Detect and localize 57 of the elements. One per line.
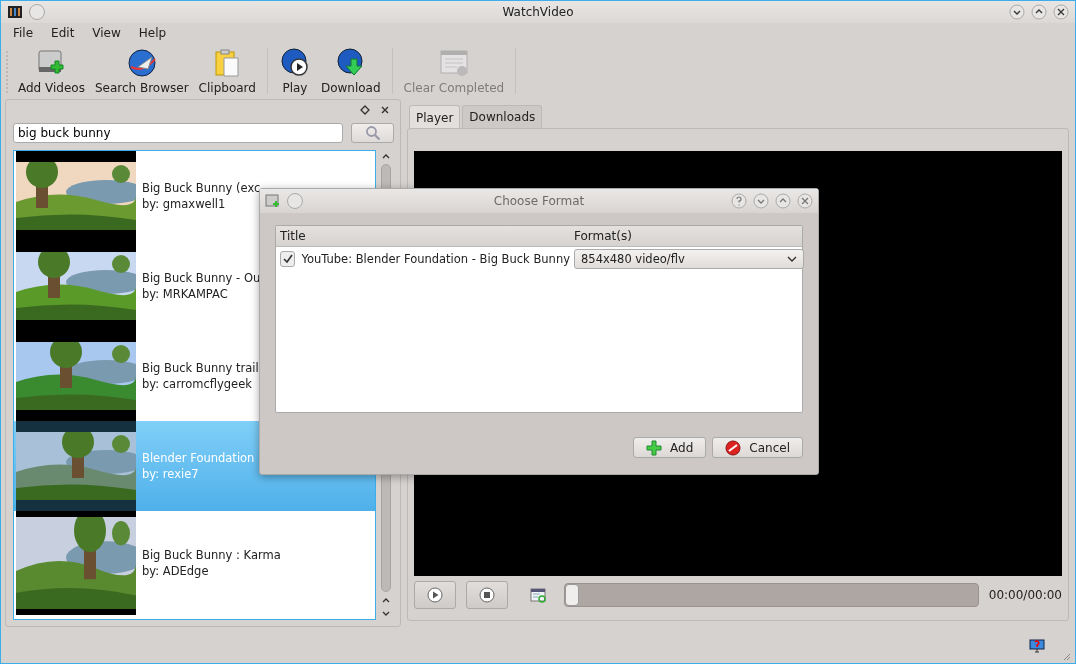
format-dropdown[interactable]: 854x480 video/flv [574, 249, 804, 269]
stop-button[interactable] [466, 581, 508, 609]
close-icon[interactable] [380, 105, 390, 115]
maximize-button[interactable] [1031, 4, 1047, 20]
toolbar-button[interactable]: Add Videos [13, 45, 90, 97]
window-title: WatchVideo [502, 5, 574, 19]
play-button[interactable] [414, 581, 456, 609]
minimize-button[interactable] [1009, 4, 1025, 20]
video-author: by: ADEdge [142, 564, 210, 578]
seek-slider[interactable] [564, 583, 979, 607]
video-author: by: carromcflygeek [142, 377, 253, 391]
video-author: by: gmaxwell1 [142, 197, 227, 211]
result-item[interactable]: Big Buck Bunny : Karma by: ADEdge [14, 511, 375, 615]
globe-plane-icon [125, 47, 158, 79]
toolbar-button[interactable]: Search Browser [89, 45, 194, 97]
caret-icon [787, 254, 797, 264]
app-icon [7, 4, 23, 20]
video-author: by: rexie7 [142, 467, 200, 481]
column-header[interactable]: Format(s) [570, 226, 802, 246]
checkmark-icon [281, 253, 294, 265]
list-remove-icon [437, 47, 470, 79]
stop-icon [479, 587, 495, 603]
menu-item[interactable]: File [7, 26, 40, 40]
toolbar-button[interactable]: Download [315, 45, 386, 97]
close-button[interactable] [1053, 4, 1069, 20]
result-item[interactable]: Big Buck Bunny trail by: carromcflygeek [14, 331, 375, 421]
video-title: Blender Foundation [142, 451, 255, 465]
monitor-question-icon[interactable] [1029, 637, 1045, 653]
globe-play-icon [278, 47, 311, 79]
toolbar-button[interactable]: Clipboard [193, 45, 261, 97]
menu-item[interactable]: View [86, 26, 127, 40]
menu-item[interactable]: Edit [45, 26, 81, 40]
search-field[interactable]: big buck bunny [13, 123, 343, 143]
resize-grip-icon[interactable] [1061, 651, 1071, 661]
tab[interactable]: Downloads [462, 105, 543, 128]
dialog-button[interactable]: Add [633, 437, 707, 458]
float-icon[interactable] [360, 105, 370, 115]
search-icon [364, 125, 381, 141]
video-title: Big Buck Bunny (exc [142, 181, 261, 195]
dialog-title: Choose Format [493, 194, 585, 208]
time-readout: 00:00/00:00 [988, 588, 1062, 602]
video-title: Big Buck Bunny - Ou [142, 271, 261, 285]
video-title: YouTube: Blender Foundation - Big Buck Bunny [301, 252, 570, 266]
tab[interactable]: Player [409, 105, 461, 128]
video-title: Big Buck Bunny : Karma [142, 548, 281, 562]
video-author: by: MRKAMPAC [142, 287, 229, 301]
disk-plus-icon [265, 193, 281, 209]
plus-icon [646, 439, 663, 456]
column-header[interactable]: Title [276, 226, 570, 246]
play-icon [427, 587, 443, 603]
dialog-button[interactable]: Cancel [712, 437, 803, 458]
checkbox[interactable] [280, 251, 296, 267]
menu-item[interactable]: Help [132, 26, 173, 40]
window-refresh-icon[interactable] [530, 587, 546, 603]
cancel-icon [725, 439, 742, 456]
toolbar-button[interactable]: Play [273, 45, 316, 97]
video-title: Big Buck Bunny trail [142, 361, 259, 375]
